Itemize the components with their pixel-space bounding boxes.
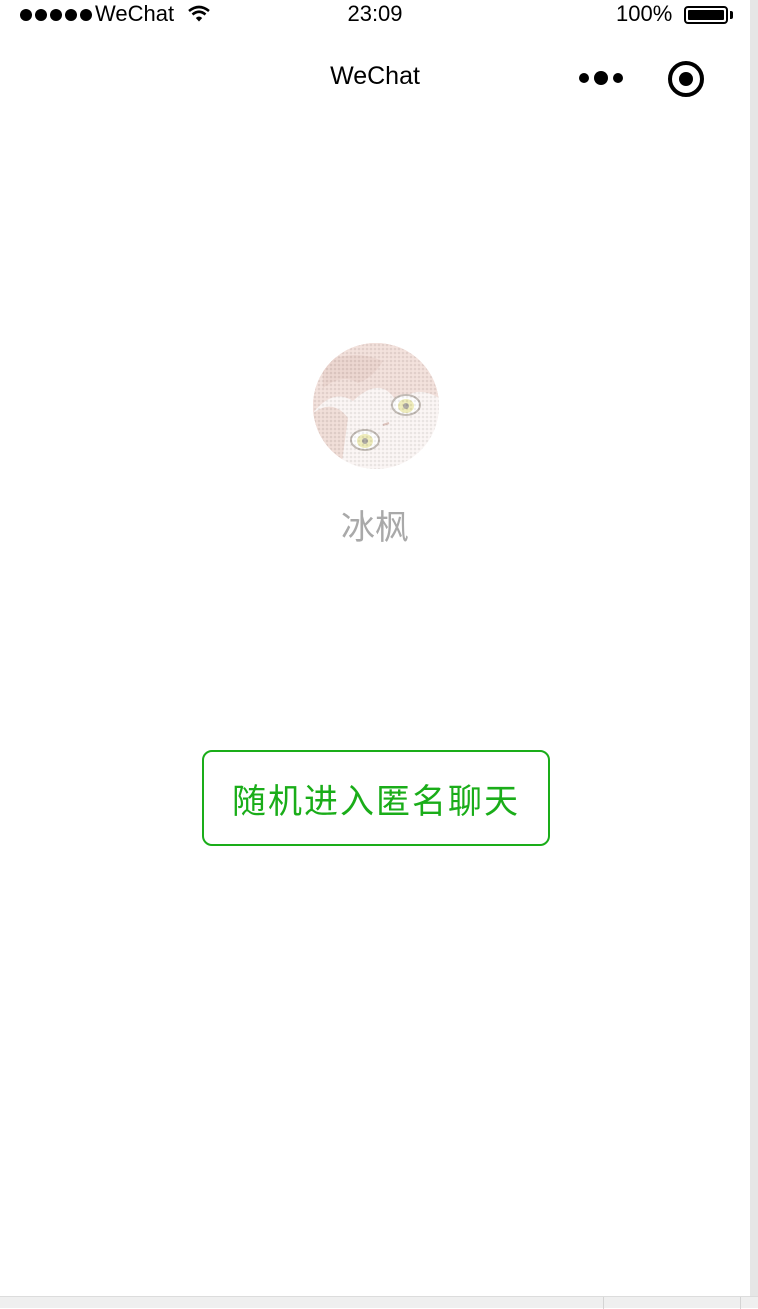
more-icon[interactable] [578, 68, 624, 88]
battery-percentage: 100% [616, 1, 673, 26]
random-anonymous-chat-button[interactable]: 随机进入匿名聊天 [202, 750, 550, 846]
page-title: WeChat [330, 62, 420, 90]
navigation-bar: WeChat [0, 40, 750, 116]
avatar [313, 343, 439, 469]
avatar-image [313, 343, 439, 469]
battery-icon [684, 6, 728, 24]
battery-tip [730, 11, 733, 19]
close-icon[interactable] [667, 60, 705, 98]
window-scrollbar-gutter [750, 0, 758, 1308]
mini-program-page: WeChat 23:09 100% WeChat 冰枫 随机进入匿名聊天 [0, 0, 750, 1296]
window-bottom-edge [0, 1296, 758, 1309]
status-bar: WeChat 23:09 100% [0, 0, 750, 30]
user-nickname: 冰枫 [341, 509, 409, 547]
